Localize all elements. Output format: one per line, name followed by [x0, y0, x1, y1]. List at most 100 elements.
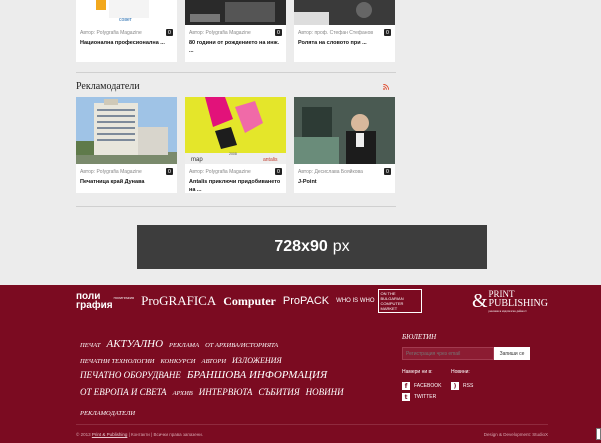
- partner-logos: поли графия ПОЛИГРАФИЯ ProGRAFICA Comput…: [76, 289, 548, 313]
- footer-nav-link[interactable]: ИНТЕРВЮТА: [199, 387, 253, 397]
- developer-credit[interactable]: Design & Development: StudioX: [484, 432, 548, 437]
- photo-thumbnail: [185, 0, 286, 25]
- comment-count-badge: 0: [384, 29, 391, 36]
- pp-ampersand: &: [471, 290, 488, 312]
- rss-icon[interactable]: [383, 84, 389, 90]
- poligrafia-logo-bottom: графия: [76, 300, 113, 311]
- poligrafia-logo[interactable]: поли графия: [76, 292, 113, 311]
- footer-nav-link[interactable]: СЪБИТИЯ: [258, 387, 299, 397]
- footer-nav-link[interactable]: ИЗЛОЖЕНИЯ: [232, 356, 282, 365]
- pp-publishing: PUBLISHING: [488, 298, 548, 309]
- article-thumbnail[interactable]: совет: [76, 0, 177, 25]
- article-card[interactable]: Автор: Десислава Бояйкова 0 J-Point: [294, 97, 395, 193]
- article-author: Автор: Polygrafia Magazine: [189, 29, 251, 36]
- ad-size: 728x90: [274, 238, 328, 255]
- copyright-rest: | Контакти | Всички права запазени.: [128, 432, 204, 437]
- footer-nav-link[interactable]: ОТ ЕВРОПА И СВЕТА: [80, 387, 167, 397]
- rss-feed-link[interactable]: ) RSS: [451, 382, 473, 390]
- article-card[interactable]: Автор: Polygrafia Magazine 0 80 години от…: [185, 0, 286, 62]
- footer-nav-row: ОТ ЕВРОПА И СВЕТА АРХИВ ИНТЕРВЮТА СЪБИТИЯ НО…: [80, 382, 350, 400]
- footer-nav-row: РЕКЛАМОДАТЕЛИ: [80, 402, 141, 420]
- newsletter-email-input[interactable]: [402, 347, 494, 360]
- section-divider: [76, 72, 396, 73]
- article-card[interactable]: Автор: проф. Стефан Стефанов 0 Ролята на …: [294, 0, 395, 62]
- poligrafia-tagline: ПОЛИГРАФИЯ: [113, 296, 135, 300]
- site-footer: поли графия ПОЛИГРАФИЯ ProGRAFICA Comput…: [0, 285, 601, 443]
- ad-unit: px: [332, 238, 350, 255]
- facebook-icon: f: [402, 382, 410, 390]
- section-title: Рекламодатели: [76, 81, 140, 92]
- computer-logo[interactable]: Computer: [223, 294, 276, 309]
- ad-banner-placeholder[interactable]: 728x90 px: [137, 225, 487, 269]
- photo-thumbnail: [76, 97, 177, 164]
- footer-nav-link[interactable]: КОНКУРСИ: [160, 358, 195, 365]
- footer-nav-link[interactable]: ПЕЧАТНИ ТЕХНОЛОГИИ: [80, 358, 154, 365]
- article-card[interactable]: совет Автор: Polygrafia Magazine 0 Национ…: [76, 0, 177, 62]
- find-us-label: Намери ни в:: [402, 369, 433, 375]
- footer-nav-link[interactable]: НОВИНИ: [306, 387, 344, 397]
- thumb-year-text: 2008: [229, 152, 237, 156]
- article-thumbnail[interactable]: [294, 0, 395, 25]
- article-thumbnail[interactable]: map 2008 antalis: [185, 97, 286, 164]
- article-author: Автор: Десислава Бояйкова: [298, 168, 363, 175]
- comment-count-badge: 0: [275, 168, 282, 175]
- footer-nav-link[interactable]: РЕКЛАМА: [169, 342, 199, 349]
- footer-nav-link[interactable]: АВТОРИ: [201, 358, 226, 365]
- article-author: Автор: Polygrafia Magazine: [80, 29, 142, 36]
- article-title[interactable]: J-Point: [294, 175, 395, 190]
- footer-nav-link[interactable]: АКТУАЛНО: [106, 338, 163, 350]
- photo-thumbnail: [294, 0, 395, 25]
- logo-thumbnail: совет: [96, 0, 149, 23]
- article-author: Автор: Polygrafia Magazine: [189, 168, 251, 175]
- antalis-thumbnail: map 2008 antalis: [185, 97, 286, 164]
- rss-icon: ): [451, 382, 459, 390]
- twitter-icon: t: [402, 393, 410, 401]
- top-partial-label: совет: [119, 17, 133, 23]
- print-publishing-logo[interactable]: & PRINT PUBLISHING реклама и издателска …: [472, 289, 548, 313]
- article-title[interactable]: Ролята на словото при ...: [294, 36, 395, 51]
- copyright-year: © 2013: [76, 432, 91, 437]
- article-title[interactable]: Печатница край Дунава: [76, 175, 177, 190]
- thumb-antalis-text: antalis: [263, 157, 278, 163]
- article-title[interactable]: Antalis приключи придобиването на ...: [185, 175, 286, 198]
- copyright-text: © 2013 Print & Publishing | Контакти | В…: [76, 432, 203, 437]
- comment-count-badge: 0: [166, 168, 173, 175]
- facebook-label: FACEBOOK: [414, 383, 442, 389]
- twitter-label: TWITTER: [414, 394, 437, 400]
- thumb-map-text: map: [191, 157, 203, 163]
- rss-label: RSS: [463, 383, 474, 389]
- comment-count-badge: 0: [275, 29, 282, 36]
- footer-nav-link[interactable]: ПЕЧАТНО ОБОРУДВАНЕ: [80, 370, 181, 380]
- facebook-link[interactable]: f FACEBOOK: [402, 382, 442, 390]
- news-label: Новини:: [451, 369, 470, 375]
- twitter-link[interactable]: t TWITTER: [402, 393, 436, 401]
- footer-nav-link[interactable]: ПЕЧАТ: [80, 342, 100, 349]
- article-thumbnail[interactable]: [294, 97, 395, 164]
- newsletter-subscribe-button[interactable]: Запиши се: [494, 347, 530, 360]
- newsletter-title: БЮЛЕТИН: [402, 333, 437, 341]
- whoiswho-subtitle: ON THE BULGARIAN COMPUTER MARKET: [377, 289, 422, 313]
- footer-nav-row: ПЕЧАТНО ОБОРУДВАНЕ БРАНШОВА ИНФОРМАЦИЯ: [80, 365, 333, 383]
- copyright-link[interactable]: Print & Publishing: [92, 432, 128, 437]
- article-title[interactable]: Национална професионална ...: [76, 36, 177, 51]
- footer-nav-link[interactable]: РЕКЛАМОДАТЕЛИ: [80, 410, 135, 417]
- article-thumbnail[interactable]: [76, 97, 177, 164]
- article-title[interactable]: 80 години от рождението на инж. ...: [185, 36, 286, 59]
- footer-nav-link[interactable]: АРХИВ: [173, 390, 193, 397]
- pp-tagline: реклама и издателска дейност: [488, 309, 527, 313]
- prografica-logo[interactable]: ProGRAFICA: [141, 293, 216, 309]
- article-author: Автор: Polygrafia Magazine: [80, 168, 142, 175]
- photo-thumbnail: [294, 97, 395, 164]
- footer-divider: [76, 424, 548, 425]
- footer-nav-link[interactable]: БРАНШОВА ИНФОРМАЦИЯ: [187, 369, 327, 381]
- comment-count-badge: 0: [384, 168, 391, 175]
- article-author: Автор: проф. Стефан Стефанов: [298, 29, 374, 36]
- footer-nav-link[interactable]: ОТ АРХИВА/ИСТОРИЯТА: [205, 342, 278, 349]
- article-card[interactable]: map 2008 antalis Автор: Polygrafia Magaz…: [185, 97, 286, 193]
- article-thumbnail[interactable]: [185, 0, 286, 25]
- article-card[interactable]: Автор: Polygrafia Magazine 0 Печатница кр…: [76, 97, 177, 193]
- comment-count-badge: 0: [166, 29, 173, 36]
- propack-logo[interactable]: ProPACK: [283, 295, 329, 307]
- scroll-to-top-tab[interactable]: [596, 428, 601, 440]
- whoiswho-logo[interactable]: WHO IS WHO: [336, 298, 374, 304]
